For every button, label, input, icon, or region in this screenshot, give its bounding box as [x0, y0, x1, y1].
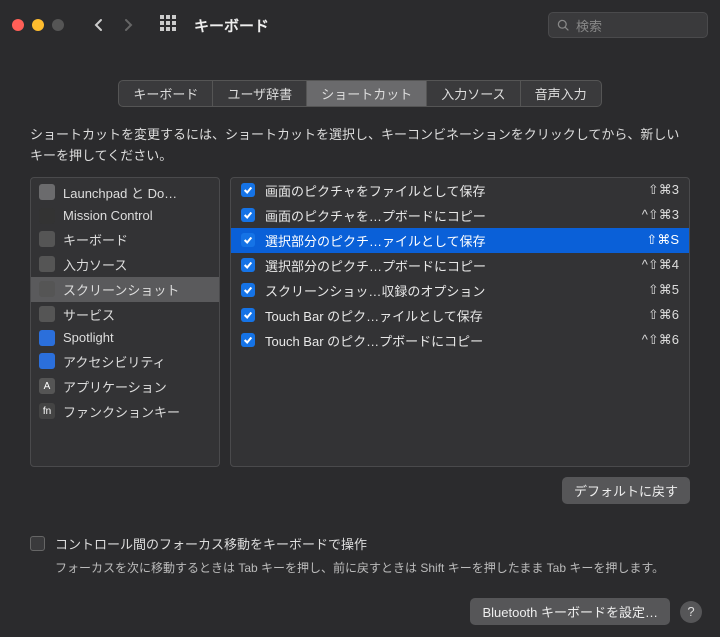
titlebar: キーボード 検索 [0, 0, 720, 50]
window-controls [12, 19, 64, 31]
category-icon [39, 330, 55, 346]
shortcut-key[interactable]: ^⇧⌘4 [619, 257, 679, 273]
instructions-text: ショートカットを変更するには、ショートカットを選択し、キーコンビネーションをクリ… [30, 125, 690, 167]
category-label: スクリーンショット [63, 280, 179, 299]
keyboard-navigation-label: コントロール間のフォーカス移動をキーボードで操作 [55, 534, 367, 553]
shortcut-key[interactable]: ⇧⌘3 [619, 182, 679, 198]
category-item[interactable]: アクセシビリティ [31, 349, 219, 374]
shortcut-checkbox[interactable] [241, 233, 255, 247]
shortcut-checkbox[interactable] [241, 308, 255, 322]
category-icon [39, 281, 55, 297]
category-item[interactable]: スクリーンショット [31, 277, 219, 302]
shortcut-label: 選択部分のピクチ…ァイルとして保存 [265, 231, 609, 250]
category-label: キーボード [63, 230, 128, 249]
shortcut-checkbox[interactable] [241, 283, 255, 297]
shortcut-checkbox[interactable] [241, 183, 255, 197]
bluetooth-keyboard-button[interactable]: Bluetooth キーボードを設定… [470, 598, 670, 625]
category-icon [39, 184, 55, 200]
category-item[interactable]: Launchpad と Do… [31, 180, 219, 205]
shortcut-label: スクリーンショッ…収録のオプション [265, 281, 609, 300]
shortcut-key[interactable]: ⇧⌘6 [619, 307, 679, 323]
forward-button[interactable] [116, 13, 140, 37]
shortcut-checkbox[interactable] [241, 333, 255, 347]
minimize-window-button[interactable] [32, 19, 44, 31]
shortcut-key[interactable]: ^⇧⌘6 [619, 332, 679, 348]
category-label: Spotlight [63, 330, 114, 345]
search-icon [557, 19, 570, 32]
category-item[interactable]: Mission Control [31, 205, 219, 227]
close-window-button[interactable] [12, 19, 24, 31]
category-label: ファンクションキー [63, 402, 180, 421]
tab-1[interactable]: ユーザ辞書 [212, 80, 307, 107]
category-label: 入力ソース [63, 255, 127, 274]
tab-3[interactable]: 入力ソース [426, 80, 520, 107]
category-item[interactable]: fn ファンクションキー [31, 399, 219, 424]
category-icon [39, 256, 55, 272]
tab-2[interactable]: ショートカット [306, 80, 427, 107]
category-item[interactable]: A アプリケーション [31, 374, 219, 399]
category-item[interactable]: 入力ソース [31, 252, 219, 277]
shortcut-row[interactable]: 画面のピクチャを…プボードにコピー ^⇧⌘3 [231, 203, 689, 228]
help-button[interactable]: ? [680, 601, 702, 623]
shortcut-label: Touch Bar のピク…ァイルとして保存 [265, 306, 609, 325]
category-icon [39, 231, 55, 247]
shortcut-list[interactable]: 画面のピクチャをファイルとして保存 ⇧⌘3 画面のピクチャを…プボードにコピー ^⇧⌘… [230, 177, 690, 467]
zoom-window-button[interactable] [52, 19, 64, 31]
search-placeholder: 検索 [576, 16, 602, 35]
keyboard-navigation-checkbox[interactable] [30, 536, 45, 551]
show-all-icon[interactable] [160, 15, 180, 35]
shortcut-key[interactable]: ^⇧⌘3 [619, 207, 679, 223]
category-icon [39, 353, 55, 369]
category-icon [39, 208, 55, 224]
category-label: アクセシビリティ [63, 352, 166, 371]
category-label: サービス [63, 305, 115, 324]
shortcut-row[interactable]: 選択部分のピクチ…プボードにコピー ^⇧⌘4 [231, 253, 689, 278]
category-icon: fn [39, 403, 55, 419]
category-list[interactable]: Launchpad と Do… Mission Control キーボード入力ソース… [30, 177, 220, 467]
category-label: アプリケーション [63, 377, 167, 396]
shortcut-checkbox[interactable] [241, 258, 255, 272]
shortcut-key[interactable]: ⇧⌘S [619, 232, 679, 248]
restore-defaults-button[interactable]: デフォルトに戻す [562, 477, 690, 504]
category-icon: A [39, 378, 55, 394]
shortcut-label: Touch Bar のピク…プボードにコピー [265, 331, 609, 350]
shortcut-label: 選択部分のピクチ…プボードにコピー [265, 256, 609, 275]
category-item[interactable]: キーボード [31, 227, 219, 252]
tabs: キーボードユーザ辞書ショートカット入力ソース音声入力 [30, 80, 690, 107]
shortcut-key[interactable]: ⇧⌘5 [619, 282, 679, 298]
shortcut-row[interactable]: 画面のピクチャをファイルとして保存 ⇧⌘3 [231, 178, 689, 203]
keyboard-navigation-help: フォーカスを次に移動するときは Tab キーを押し、前に戻すときは Shift … [55, 559, 690, 577]
shortcut-checkbox[interactable] [241, 208, 255, 222]
shortcut-label: 画面のピクチャをファイルとして保存 [265, 181, 609, 200]
search-input[interactable]: 検索 [548, 12, 708, 38]
shortcut-row[interactable]: スクリーンショッ…収録のオプション ⇧⌘5 [231, 278, 689, 303]
back-button[interactable] [86, 13, 110, 37]
tab-4[interactable]: 音声入力 [520, 80, 602, 107]
nav-arrows [86, 13, 140, 37]
category-item[interactable]: サービス [31, 302, 219, 327]
category-item[interactable]: Spotlight [31, 327, 219, 349]
window-title: キーボード [194, 15, 269, 36]
shortcut-label: 画面のピクチャを…プボードにコピー [265, 206, 609, 225]
category-label: Mission Control [63, 208, 153, 223]
shortcut-row[interactable]: Touch Bar のピク…ァイルとして保存 ⇧⌘6 [231, 303, 689, 328]
tab-0[interactable]: キーボード [118, 80, 213, 107]
shortcut-row[interactable]: Touch Bar のピク…プボードにコピー ^⇧⌘6 [231, 328, 689, 353]
category-icon [39, 306, 55, 322]
shortcut-row[interactable]: 選択部分のピクチ…ァイルとして保存 ⇧⌘S [231, 228, 689, 253]
category-label: Launchpad と Do… [63, 183, 177, 202]
